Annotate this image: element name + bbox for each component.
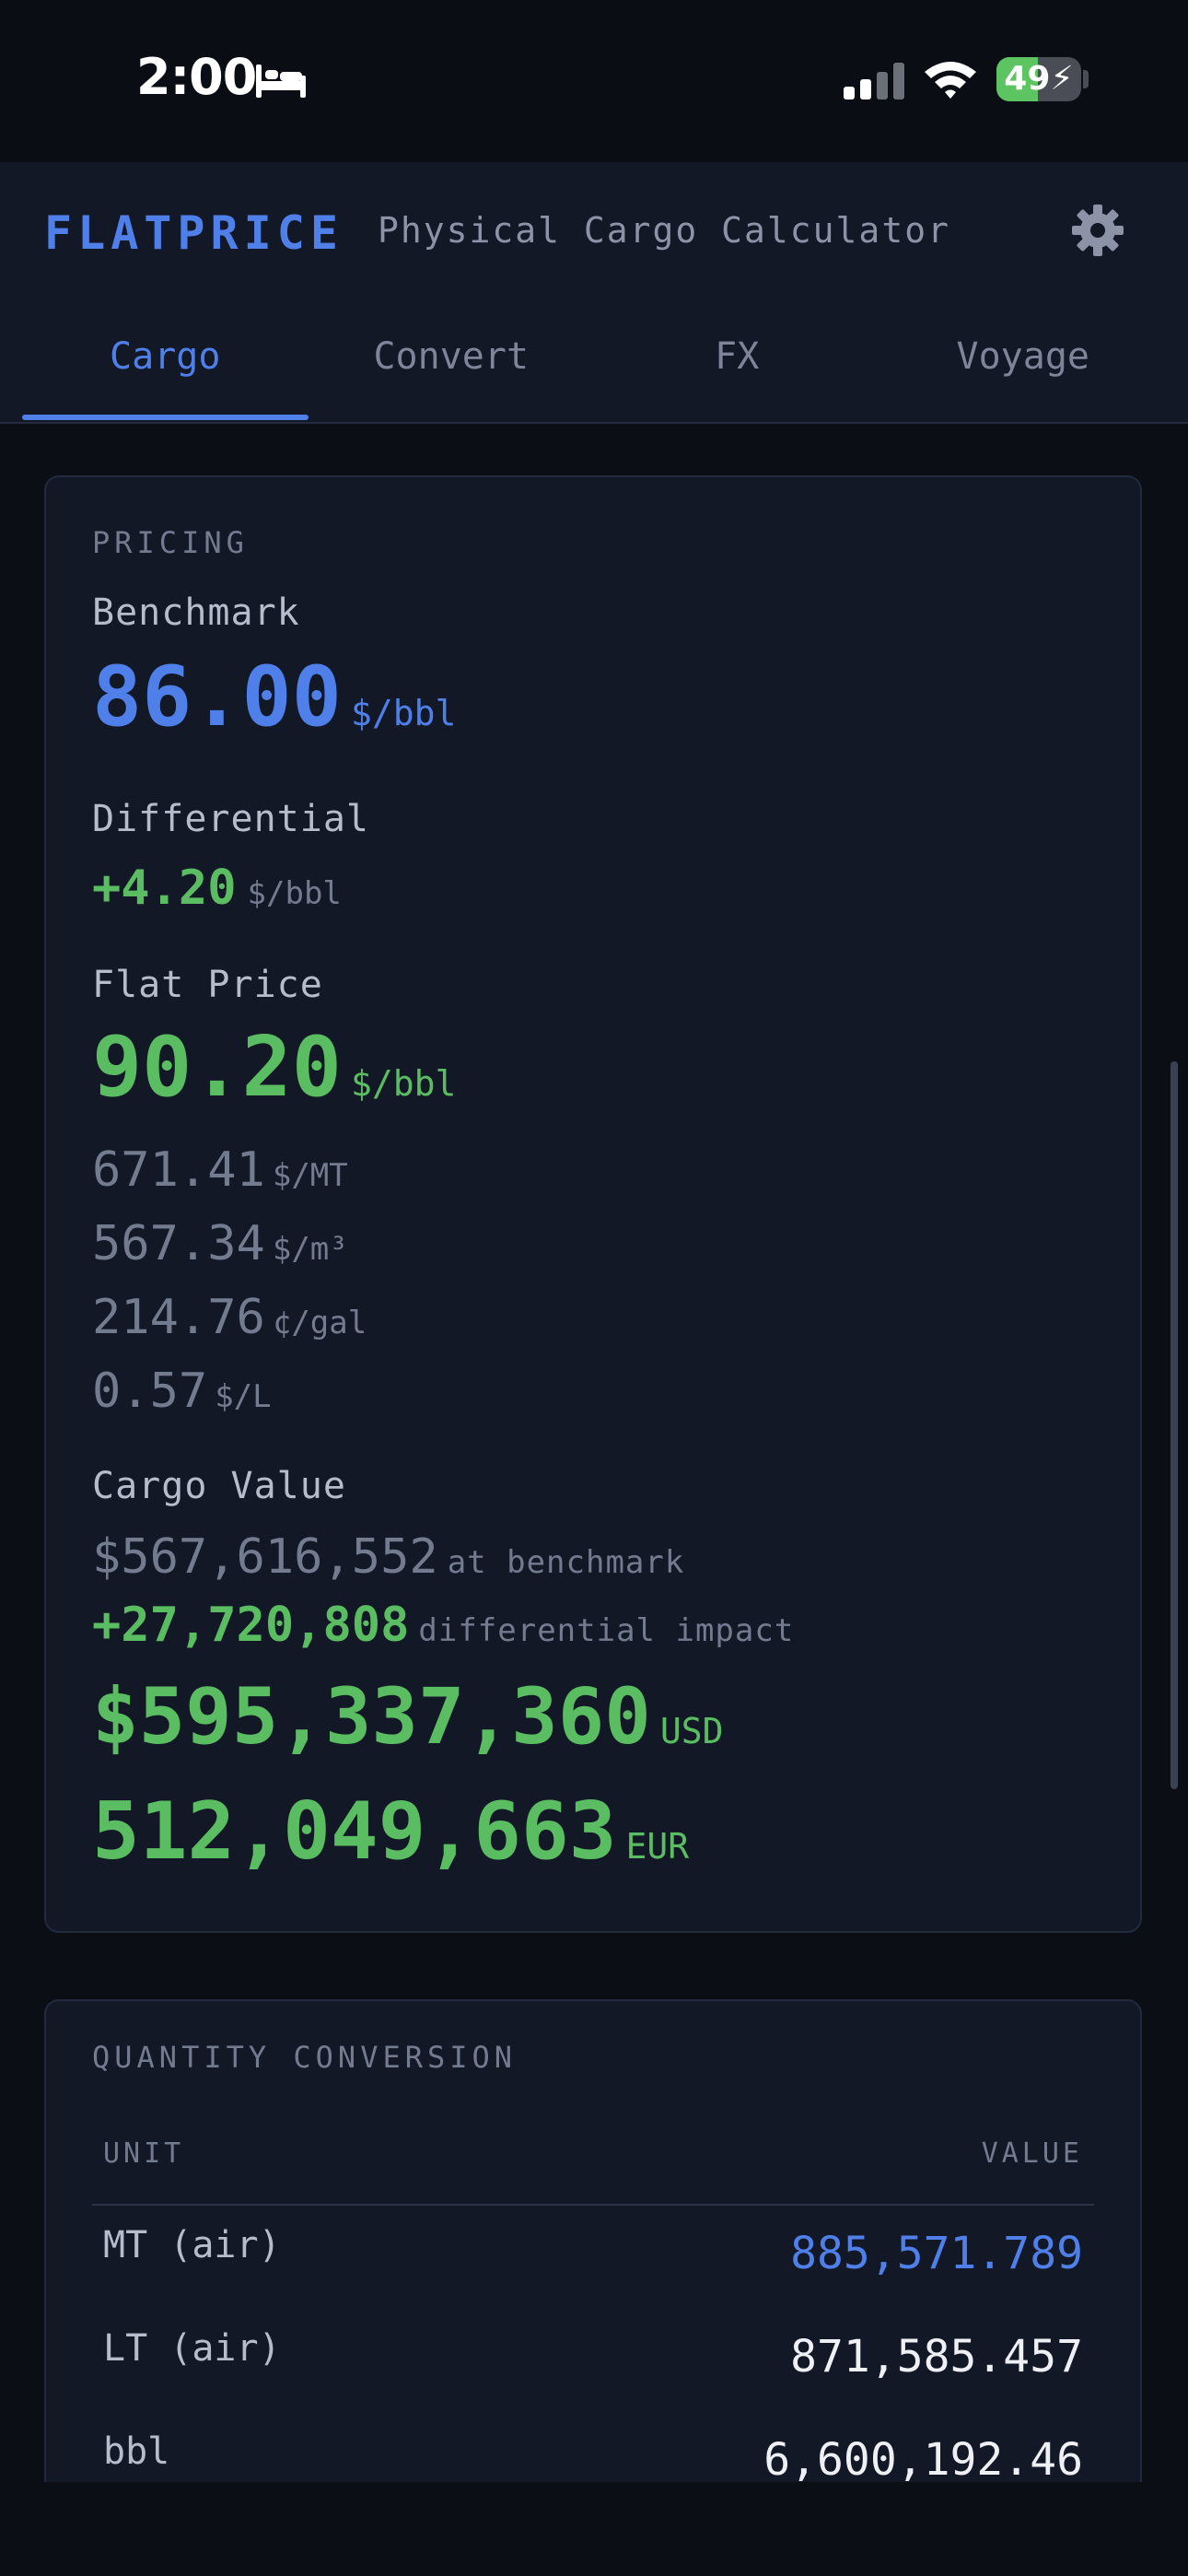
tab-convert[interactable]: Convert (309, 310, 595, 420)
total-eur-value: 512,049,663 (92, 1786, 617, 1878)
conversion-unit: ¢/gal (272, 1305, 367, 1341)
battery-level-text: 49 (1004, 60, 1051, 98)
table-header: UNIT VALUE (92, 2121, 1094, 2206)
wifi-icon (925, 62, 976, 99)
pricing-card: PRICING Benchmark 86.00 $/bbl Differentia… (44, 475, 1142, 1933)
battery-level: 49⚡ (996, 60, 1081, 98)
benchmark-label: Benchmark (92, 591, 300, 634)
row-value: 6,600,192.46 (763, 2434, 1083, 2482)
benchmark-row: 86.00 $/bbl (92, 649, 456, 745)
conversion-value: 671.41 (92, 1142, 265, 1198)
table-row[interactable]: MT (air) 885,571.789 (92, 2206, 1094, 2307)
pricing-section-title: PRICING (92, 525, 249, 560)
app-screen: 2:00 49⚡ FLATPRICE Physical Cargo Calcul (0, 0, 1188, 2576)
table-row[interactable]: bbl 6,600,192.46 (92, 2412, 1094, 2482)
gear-icon[interactable] (1070, 203, 1125, 258)
content-scroll-area[interactable]: PRICING Benchmark 86.00 $/bbl Differentia… (0, 424, 1188, 2482)
quantity-section-title: QUANTITY CONVERSION (92, 2040, 518, 2075)
total-usd-value: $595,337,360 (92, 1671, 651, 1762)
differential-impact-value: +27,720,808 (92, 1598, 410, 1653)
benchmark-unit: $/bbl (350, 693, 457, 733)
quantity-conversion-card: QUANTITY CONVERSION UNIT VALUE MT (air) … (44, 1999, 1142, 2482)
brand-logo: FLATPRICE (44, 206, 344, 260)
status-time: 2:00 (136, 48, 257, 106)
row-unit: MT (air) (103, 2224, 281, 2266)
conversion-unit: $/L (215, 1378, 272, 1415)
battery-indicator: 49⚡ (996, 57, 1081, 101)
differential-row: +4.20 $/bbl (92, 861, 342, 916)
total-usd-unit: USD (659, 1711, 724, 1751)
row-value: 871,585.457 (790, 2331, 1083, 2383)
conversion-unit: $/MT (272, 1157, 348, 1194)
differential-impact-note: differential impact (418, 1612, 795, 1649)
differential-value[interactable]: +4.20 (92, 861, 237, 916)
tab-cargo[interactable]: Cargo (22, 310, 309, 420)
row-unit: bbl (103, 2430, 170, 2473)
flat-price-label: Flat Price (92, 964, 323, 1006)
differential-label: Differential (92, 798, 369, 840)
at-benchmark-value: $567,616,552 (92, 1529, 438, 1585)
conversion-value: 567.34 (92, 1216, 265, 1271)
conversion-row: 0.57 $/L (92, 1364, 272, 1419)
conversion-value: 214.76 (92, 1290, 265, 1345)
at-benchmark-note: at benchmark (447, 1544, 685, 1581)
app-header: FLATPRICE Physical Cargo Calculator Carg… (0, 162, 1188, 424)
flat-price-value: 90.20 (92, 1019, 342, 1116)
tab-fx[interactable]: FX (594, 310, 880, 420)
conversion-row: 567.34 $/m³ (92, 1216, 348, 1271)
table-row[interactable]: LT (air) 871,585.457 (92, 2309, 1094, 2410)
benchmark-value[interactable]: 86.00 (92, 649, 342, 745)
total-eur-row: 512,049,663 EUR (92, 1786, 689, 1878)
conversion-row: 671.41 $/MT (92, 1142, 348, 1198)
bed-icon (256, 64, 306, 98)
scrollbar[interactable] (1171, 1061, 1178, 1789)
column-header-value: VALUE (981, 2137, 1083, 2170)
tab-bar: Cargo Convert FX Voyage (22, 310, 1166, 420)
conversion-row: 214.76 ¢/gal (92, 1290, 367, 1345)
differential-impact-row: +27,720,808 differential impact (92, 1598, 794, 1653)
total-eur-unit: EUR (625, 1826, 690, 1867)
signal-icon (844, 63, 904, 100)
battery-cap (1083, 70, 1089, 88)
at-benchmark-row: $567,616,552 at benchmark (92, 1529, 684, 1585)
app-subtitle: Physical Cargo Calculator (378, 210, 950, 251)
status-bar: 2:00 49⚡ (0, 0, 1188, 162)
total-usd-row: $595,337,360 USD (92, 1671, 724, 1762)
column-header-unit: UNIT (103, 2137, 185, 2170)
row-unit: LT (air) (103, 2327, 281, 2370)
charging-bolt-icon: ⚡ (1050, 60, 1074, 98)
conversion-value: 0.57 (92, 1364, 208, 1419)
flat-price-unit: $/bbl (350, 1063, 457, 1104)
row-value: 885,571.789 (790, 2228, 1083, 2279)
bottom-safe-area (0, 2482, 1188, 2576)
differential-unit: $/bbl (247, 875, 342, 912)
conversion-unit: $/m³ (272, 1231, 348, 1268)
tab-voyage[interactable]: Voyage (880, 310, 1167, 420)
cargo-value-label: Cargo Value (92, 1465, 346, 1507)
flat-price-row: 90.20 $/bbl (92, 1019, 456, 1116)
